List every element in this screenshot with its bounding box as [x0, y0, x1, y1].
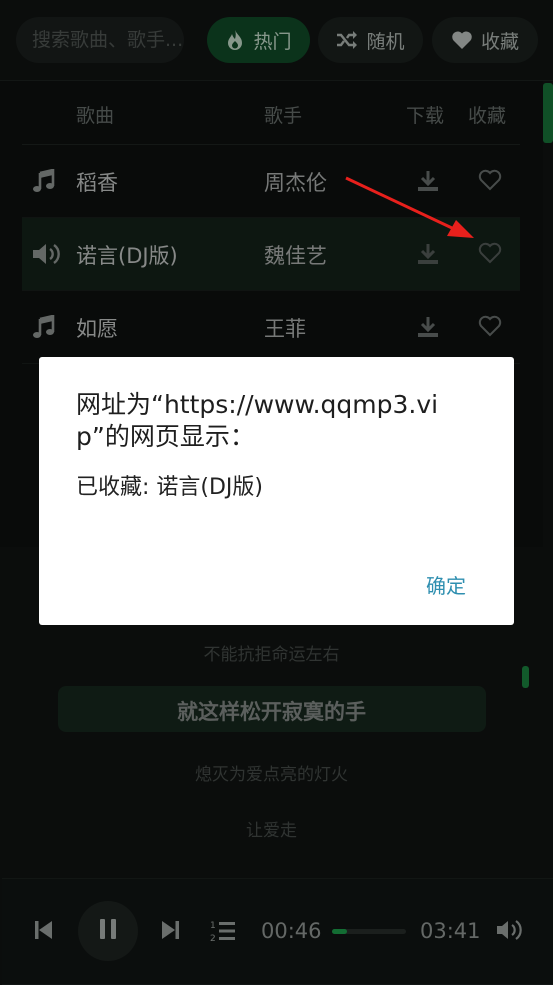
annotation-arrow-icon — [345, 176, 474, 238]
music-player-app: 搜索歌曲、歌手... 热门 随机 收藏 歌曲 歌手 下载 收藏 稻香 周杰伦 诺… — [0, 0, 553, 985]
